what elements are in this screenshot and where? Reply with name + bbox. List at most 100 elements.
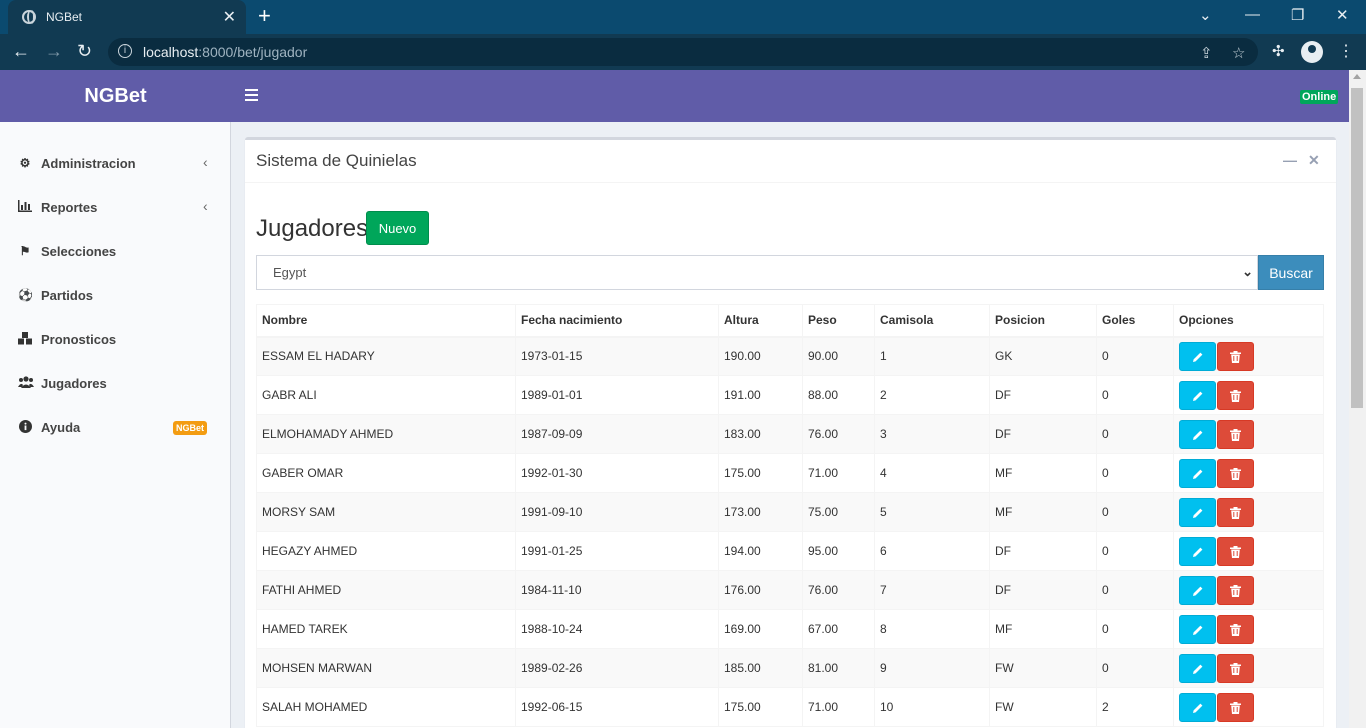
collapse-icon[interactable]: —: [1283, 152, 1297, 168]
table-cell: 71.00: [802, 687, 875, 727]
sidebar: ⚙ Administracion ‹ Reportes ‹ ⚑ Seleccio…: [0, 122, 231, 728]
users-icon: [18, 376, 34, 390]
edit-button[interactable]: [1179, 419, 1216, 449]
sidebar-badge: NGBet: [173, 421, 208, 435]
new-player-button[interactable]: Nuevo: [366, 211, 429, 245]
delete-button[interactable]: [1217, 497, 1254, 527]
sidebar-item-administracion[interactable]: ⚙ Administracion ‹: [0, 141, 230, 185]
sidebar-toggle-icon[interactable]: [245, 89, 258, 101]
sidebar-item-jugadores[interactable]: Jugadores: [0, 361, 230, 405]
table-cell: 1987-09-09: [515, 414, 719, 454]
app-logo[interactable]: NGBet: [0, 70, 231, 122]
table-cell: ESSAM EL HADARY: [256, 336, 516, 376]
delete-button[interactable]: [1217, 692, 1254, 722]
edit-button[interactable]: [1179, 692, 1216, 722]
cubes-icon: [18, 332, 32, 346]
delete-button[interactable]: [1217, 536, 1254, 566]
chevron-left-icon: ‹: [203, 154, 208, 170]
column-header: Peso: [802, 304, 875, 338]
table-cell: FW: [989, 648, 1097, 688]
edit-button[interactable]: [1179, 341, 1216, 371]
table-cell: DF: [989, 375, 1097, 415]
table-cell: 10: [874, 687, 990, 727]
table-cell: DF: [989, 570, 1097, 610]
edit-button[interactable]: [1179, 575, 1216, 605]
table-cell: 0: [1096, 414, 1174, 454]
delete-button[interactable]: [1217, 458, 1254, 488]
chevron-down-icon[interactable]: ⌄: [1199, 6, 1212, 24]
table-cell: 1: [874, 336, 990, 376]
tab-close-icon[interactable]: ✕: [223, 7, 236, 27]
window-close-icon[interactable]: ✕: [1336, 6, 1349, 24]
table-cell: 2: [1096, 687, 1174, 727]
back-icon[interactable]: ←: [12, 41, 30, 61]
table-cell: 185.00: [718, 648, 803, 688]
minimize-icon[interactable]: —: [1245, 6, 1260, 23]
table-cell: GABR ALI: [256, 375, 516, 415]
sidebar-item-reportes[interactable]: Reportes ‹: [0, 185, 230, 229]
country-select[interactable]: Egypt ⌄: [256, 255, 1258, 290]
table-cell: 1992-06-15: [515, 687, 719, 727]
column-header: Posicion: [989, 304, 1097, 338]
page-title: Jugadores: [256, 215, 369, 242]
scrollbar-thumb[interactable]: [1351, 88, 1363, 408]
options-cell: [1173, 336, 1324, 376]
delete-button[interactable]: [1217, 614, 1254, 644]
forward-icon[interactable]: →: [45, 41, 63, 61]
delete-button[interactable]: [1217, 575, 1254, 605]
extensions-icon[interactable]: ✣: [1272, 42, 1285, 60]
edit-button[interactable]: [1179, 614, 1216, 644]
table-cell: 95.00: [802, 531, 875, 571]
delete-button[interactable]: [1217, 653, 1254, 683]
table-row: ELMOHAMADY AHMED 1987-09-09 183.00 76.00 3 DF…: [256, 414, 1324, 454]
sidebar-item-partidos[interactable]: ⚽ Partidos: [0, 273, 230, 317]
profile-avatar-icon[interactable]: [1301, 41, 1323, 63]
sidebar-item-label: Reportes: [41, 200, 98, 215]
scroll-up-icon[interactable]: [1353, 74, 1361, 79]
edit-button[interactable]: [1179, 653, 1216, 683]
table-cell: 7: [874, 570, 990, 610]
share-icon[interactable]: ⇪: [1200, 44, 1213, 62]
restore-icon[interactable]: ❐: [1291, 6, 1304, 24]
column-header: Opciones: [1173, 304, 1324, 338]
sidebar-item-pronosticos[interactable]: Pronosticos: [0, 317, 230, 361]
close-icon[interactable]: ✕: [1308, 152, 1320, 169]
table-cell: 169.00: [718, 609, 803, 649]
bookmark-star-icon[interactable]: ☆: [1232, 44, 1245, 62]
browser-menu-icon[interactable]: ⋮: [1338, 41, 1354, 61]
site-info-icon[interactable]: i: [118, 44, 132, 58]
table-cell: 0: [1096, 531, 1174, 571]
sidebar-item-ayuda[interactable]: Ayuda NGBet: [0, 405, 230, 449]
table-cell: 71.00: [802, 453, 875, 493]
table-body: ESSAM EL HADARY 1973-01-15 190.00 90.00 1 GK 0…: [256, 336, 1324, 727]
bar-chart-icon: [18, 200, 32, 214]
url-field[interactable]: i localhost:8000/bet/jugador ⇪ ☆: [108, 38, 1258, 66]
players-table: Nombre Fecha nacimiento Altura Peso Cami…: [256, 304, 1324, 727]
edit-button[interactable]: [1179, 380, 1216, 410]
flag-icon: ⚑: [19, 244, 31, 258]
delete-button[interactable]: [1217, 380, 1254, 410]
table-row: GABR ALI 1989-01-01 191.00 88.00 2 DF 0: [256, 375, 1324, 415]
table-cell: 76.00: [802, 570, 875, 610]
search-button[interactable]: Buscar: [1258, 255, 1324, 290]
table-cell: ELMOHAMADY AHMED: [256, 414, 516, 454]
browser-tab[interactable]: NGBet ✕: [8, 0, 246, 34]
edit-button[interactable]: [1179, 497, 1216, 527]
table-cell: MOHSEN MARWAN: [256, 648, 516, 688]
table-cell: HAMED TAREK: [256, 609, 516, 649]
table-cell: 1992-01-30: [515, 453, 719, 493]
edit-button[interactable]: [1179, 458, 1216, 488]
sidebar-item-selecciones[interactable]: ⚑ Selecciones: [0, 229, 230, 273]
table-cell: 183.00: [718, 414, 803, 454]
box-title: Sistema de Quinielas: [256, 151, 417, 170]
edit-button[interactable]: [1179, 536, 1216, 566]
delete-button[interactable]: [1217, 419, 1254, 449]
new-tab-icon[interactable]: +: [258, 4, 271, 28]
table-cell: 1988-10-24: [515, 609, 719, 649]
page-scrollbar[interactable]: [1349, 70, 1366, 728]
delete-button[interactable]: [1217, 341, 1254, 371]
table-cell: 0: [1096, 453, 1174, 493]
table-cell: 3: [874, 414, 990, 454]
reload-icon[interactable]: ↻: [77, 41, 92, 61]
table-row: MOHSEN MARWAN 1989-02-26 185.00 81.00 9 FW 0: [256, 648, 1324, 688]
